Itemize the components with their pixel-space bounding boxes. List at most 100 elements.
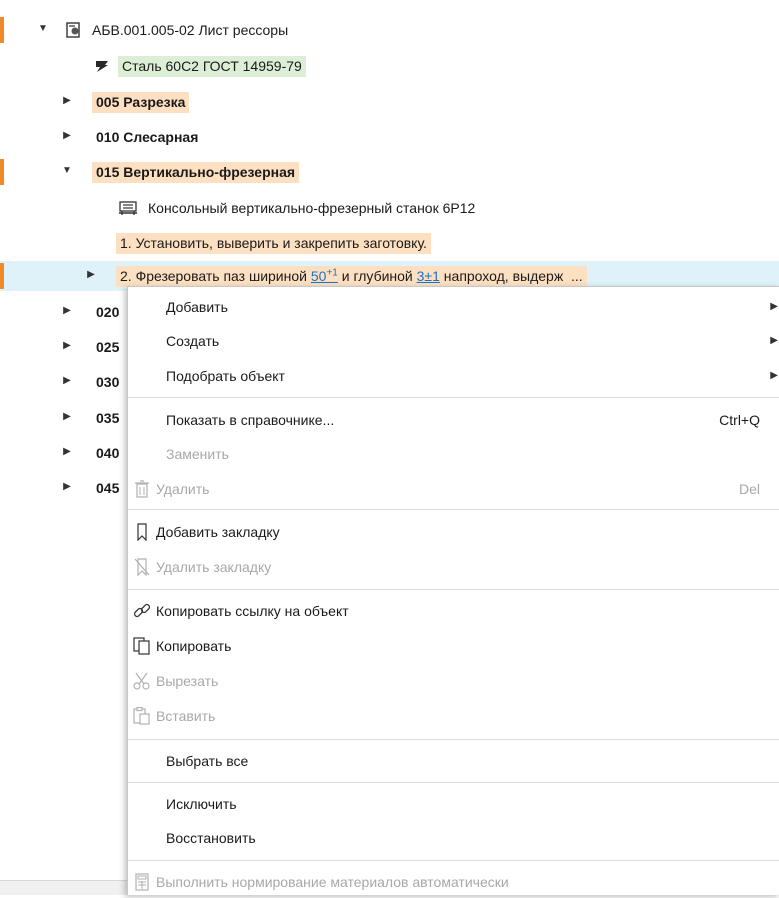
- menu-separator: [128, 782, 779, 783]
- tree-row-op-005[interactable]: ▶ 005 Разрезка: [0, 87, 779, 117]
- step-1-label[interactable]: 1. Установить, выверить и закрепить заго…: [116, 233, 431, 254]
- menu-item-delete-label: Удалить: [156, 481, 210, 497]
- menu-item-paste[interactable]: Вставить: [128, 700, 779, 732]
- menu-item-remove-bookmark[interactable]: Удалить закладку: [128, 551, 779, 583]
- collapsed-arrow-icon[interactable]: ▶: [62, 447, 72, 457]
- expanded-arrow-icon[interactable]: ▼: [62, 166, 72, 176]
- menu-item-exclude-label: Исключить: [166, 796, 237, 812]
- menu-item-create[interactable]: Создать ▶: [128, 325, 779, 357]
- dimension-width-link[interactable]: 50+1: [311, 268, 338, 284]
- submenu-arrow-icon: ▶: [770, 335, 778, 346]
- menu-item-delete[interactable]: Удалить Del: [128, 473, 779, 505]
- step-2-ellipsis: ...: [570, 268, 583, 284]
- top-border: [0, 0, 779, 8]
- menu-item-paste-label: Вставить: [156, 708, 216, 724]
- collapsed-arrow-icon[interactable]: ▶: [62, 306, 72, 316]
- menu-item-show-in-reference-label: Показать в справочнике...: [166, 412, 335, 428]
- tree-row-machine[interactable]: Консольный вертикально-фрезерный станок …: [0, 193, 779, 223]
- menu-item-add[interactable]: Добавить ▶: [128, 291, 779, 323]
- op-020-label[interactable]: 020: [92, 302, 123, 323]
- op-015-label[interactable]: 015 Вертикально-фрезерная: [92, 162, 300, 183]
- menu-item-add-label: Добавить: [166, 299, 228, 315]
- menu-item-select-all[interactable]: Выбрать все: [128, 745, 779, 777]
- submenu-arrow-icon: ▶: [770, 370, 778, 381]
- op-030-label[interactable]: 030: [92, 372, 123, 393]
- collapsed-arrow-icon[interactable]: ▶: [62, 482, 72, 492]
- menu-item-pick-object-label: Подобрать объект: [166, 368, 285, 384]
- row-marker: [0, 263, 4, 289]
- collapsed-arrow-icon[interactable]: ▶: [62, 341, 72, 351]
- menu-item-remove-bookmark-label: Удалить закладку: [156, 559, 272, 575]
- menu-item-copy-link[interactable]: Копировать ссылку на объект: [128, 595, 779, 627]
- menu-item-copy[interactable]: Копировать: [128, 630, 779, 662]
- menu-separator: [128, 860, 779, 861]
- expanded-arrow-icon[interactable]: ▼: [38, 24, 48, 34]
- dimension-width-tolerance: +1: [326, 267, 338, 279]
- menu-item-copy-link-label: Копировать ссылку на объект: [156, 603, 349, 619]
- op-005-label[interactable]: 005 Разрезка: [92, 92, 190, 113]
- material-icon: [96, 61, 108, 72]
- row-marker: [0, 159, 4, 185]
- menu-item-create-label: Создать: [166, 333, 220, 349]
- menu-item-replace-label: Заменить: [166, 446, 229, 462]
- machine-icon: [119, 201, 137, 215]
- bookmark-icon: [137, 523, 147, 541]
- menu-item-restore[interactable]: Восстановить: [128, 822, 779, 854]
- paste-icon: [133, 707, 150, 725]
- tree-row-op-010[interactable]: ▶ 010 Слесарная: [0, 122, 779, 152]
- menu-item-restore-label: Восстановить: [166, 830, 256, 846]
- step-2-text-2: и глубиной: [337, 268, 417, 284]
- menu-item-add-bookmark[interactable]: Добавить закладку: [128, 516, 779, 548]
- collapsed-arrow-icon[interactable]: ▶: [62, 376, 72, 386]
- material-label[interactable]: Сталь 60С2 ГОСТ 14959-79: [118, 56, 306, 77]
- menu-item-select-all-label: Выбрать все: [166, 753, 249, 769]
- menu-separator: [128, 739, 779, 740]
- dimension-width-value: 50: [310, 268, 327, 284]
- collapsed-arrow-icon[interactable]: ▶: [62, 412, 72, 422]
- detail-icon: [66, 22, 80, 38]
- scissors-icon: [133, 672, 150, 690]
- calculator-icon: [135, 873, 149, 891]
- op-045-label[interactable]: 045: [92, 478, 123, 499]
- collapsed-arrow-icon[interactable]: ▶: [62, 96, 72, 106]
- menu-item-cut-label: Вырезать: [156, 673, 219, 689]
- menu-item-auto-norm-label: Выполнить нормирование материалов автома…: [156, 874, 509, 890]
- menu-item-copy-label: Копировать: [156, 638, 232, 654]
- menu-item-add-bookmark-label: Добавить закладку: [156, 524, 280, 540]
- status-strip: [0, 880, 127, 895]
- menu-item-show-in-reference[interactable]: Показать в справочнике... Ctrl+Q: [128, 404, 779, 436]
- menu-separator: [128, 509, 779, 510]
- root-label[interactable]: АБВ.001.005-02 Лист рессоры: [88, 20, 292, 41]
- context-menu: Добавить ▶ Создать ▶ Подобрать объект ▶ …: [127, 286, 779, 895]
- shortcut-label: Del: [738, 481, 760, 497]
- collapsed-arrow-icon[interactable]: ▶: [62, 131, 72, 141]
- step-2-text-1: 2. Фрезеровать паз шириной: [120, 268, 311, 284]
- link-icon: [133, 603, 151, 618]
- menu-item-auto-norm[interactable]: Выполнить нормирование материалов автома…: [128, 866, 779, 898]
- menu-item-cut[interactable]: Вырезать: [128, 665, 779, 697]
- menu-item-pick-object[interactable]: Подобрать объект ▶: [128, 360, 779, 392]
- dimension-depth-link[interactable]: 3±1: [417, 268, 440, 284]
- menu-item-exclude[interactable]: Исключить: [128, 788, 779, 820]
- tree-row-step-1[interactable]: 1. Установить, выверить и закрепить заго…: [0, 228, 779, 258]
- menu-item-replace[interactable]: Заменить: [128, 438, 779, 470]
- remove-bookmark-icon: [134, 558, 150, 576]
- step-2-label[interactable]: 2. Фрезеровать паз шириной 50+1 и глубин…: [116, 266, 587, 287]
- op-040-label[interactable]: 040: [92, 443, 123, 464]
- tree-row-root[interactable]: ▼ АБВ.001.005-02 Лист рессоры: [0, 15, 779, 45]
- tree-row-op-015[interactable]: ▼ 015 Вертикально-фрезерная: [0, 157, 779, 187]
- trash-icon: [135, 480, 149, 498]
- op-035-label[interactable]: 035: [92, 408, 123, 429]
- submenu-arrow-icon: ▶: [770, 301, 778, 312]
- machine-label[interactable]: Консольный вертикально-фрезерный станок …: [144, 198, 479, 219]
- step-2-text-3: напроход, выдерж: [439, 268, 564, 284]
- copy-icon: [133, 637, 150, 655]
- tree-row-material[interactable]: Сталь 60С2 ГОСТ 14959-79: [0, 51, 779, 81]
- op-010-label[interactable]: 010 Слесарная: [92, 127, 202, 148]
- op-025-label[interactable]: 025: [92, 337, 123, 358]
- menu-separator: [128, 589, 779, 590]
- menu-separator: [128, 397, 779, 398]
- shortcut-label: Ctrl+Q: [719, 412, 760, 428]
- collapsed-arrow-icon[interactable]: ▶: [86, 270, 96, 280]
- row-marker: [0, 17, 4, 43]
